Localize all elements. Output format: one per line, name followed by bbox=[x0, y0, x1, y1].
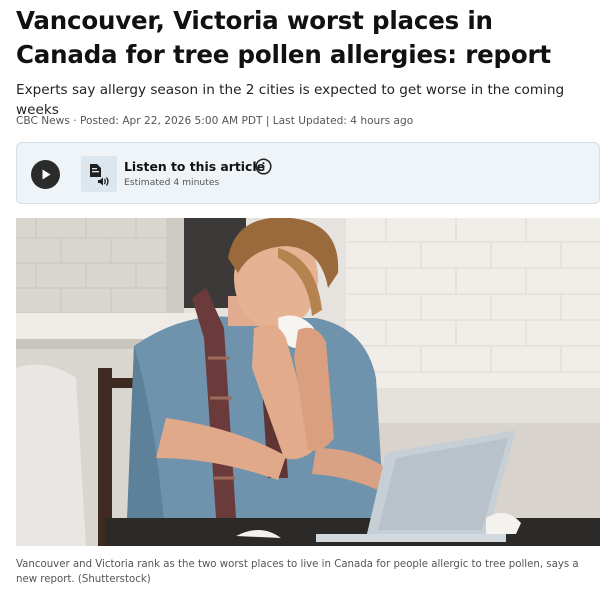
article-byline: CBC News · Posted: Apr 22, 2026 5:00 AM … bbox=[16, 115, 414, 127]
audio-title: Listen to this article bbox=[124, 159, 266, 174]
play-icon bbox=[42, 169, 51, 180]
photo-caption: Vancouver and Victoria rank as the two w… bbox=[16, 559, 579, 585]
article-photo bbox=[16, 218, 600, 546]
article-headline: Vancouver, Victoria worst places in Cana… bbox=[16, 6, 551, 69]
play-button[interactable] bbox=[31, 160, 60, 189]
listen-to-article-card[interactable]: Listen to this article Estimated 4 minut… bbox=[16, 142, 600, 204]
document-audio-icon bbox=[81, 156, 117, 192]
info-icon[interactable] bbox=[255, 158, 272, 175]
audio-duration: Estimated 4 minutes bbox=[124, 177, 220, 188]
photo-man-sneezing-at-laptop bbox=[16, 218, 600, 546]
